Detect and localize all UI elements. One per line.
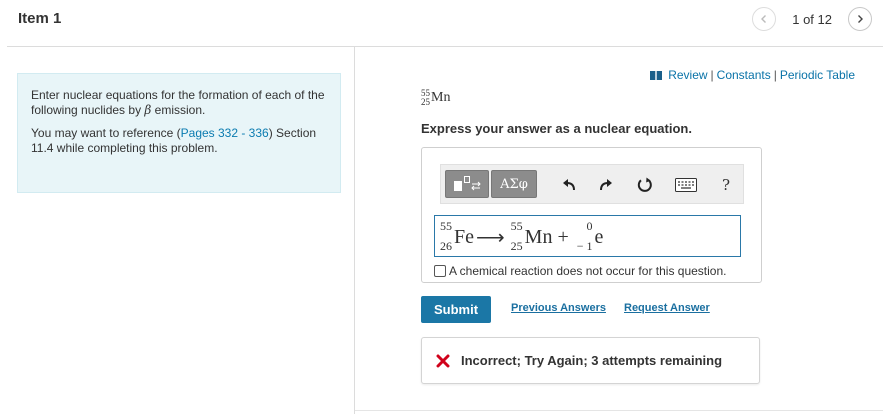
reaction-arrow: ⟶ xyxy=(476,226,505,249)
no-reaction-checkbox[interactable] xyxy=(434,265,446,277)
resources-bar: Review | Constants | Periodic Table xyxy=(650,68,855,82)
redo-button[interactable] xyxy=(596,175,616,195)
product2-mass-number: 0 xyxy=(586,219,593,233)
equation-expression: 55 26 Fe ⟶ 55 25 Mn + 0 − 1 e xyxy=(440,219,603,253)
chevron-right-icon xyxy=(858,15,863,23)
product2-atomic-number: − 1 xyxy=(576,239,593,253)
previous-answers-link[interactable]: Previous Answers xyxy=(511,302,606,314)
no-reaction-option[interactable]: A chemical reaction does not occur for t… xyxy=(434,264,726,278)
pages-link[interactable]: Pages 332 - 336 xyxy=(181,126,269,140)
product2-symbol: e xyxy=(594,226,604,248)
nuclide-symbol: Mn xyxy=(431,90,451,105)
periodic-table-link[interactable]: Periodic Table xyxy=(780,68,855,82)
item-pager: 1 of 12 xyxy=(752,7,872,31)
no-reaction-label: A chemical reaction does not occur for t… xyxy=(449,264,727,278)
reset-button[interactable] xyxy=(635,175,655,195)
intro-instructions: Enter nuclear equations for the formatio… xyxy=(31,88,325,117)
chevron-left-icon xyxy=(761,15,767,23)
templates-icon xyxy=(454,176,481,191)
previous-item-button[interactable] xyxy=(752,7,777,31)
item-title: Item 1 xyxy=(18,10,62,27)
templates-button[interactable] xyxy=(445,170,489,198)
constants-link[interactable]: Constants xyxy=(717,68,771,82)
target-nuclide: 55 25 Mn xyxy=(421,89,450,107)
x-icon xyxy=(436,354,450,368)
undo-icon xyxy=(563,179,575,191)
request-answer-link[interactable]: Request Answer xyxy=(624,302,710,314)
keyboard-button[interactable] xyxy=(675,175,697,195)
reactant-atomic-number: 26 xyxy=(440,239,452,253)
equation-input[interactable]: 55 26 Fe ⟶ 55 25 Mn + 0 − 1 e xyxy=(434,215,741,257)
keyboard-icon xyxy=(675,178,697,192)
submit-button[interactable]: Submit xyxy=(421,296,491,323)
header-divider xyxy=(7,46,883,47)
plus-sign: + xyxy=(557,225,569,248)
resources-separator: | xyxy=(773,68,777,82)
redo-icon xyxy=(600,179,612,191)
product1-atomic-number: 25 xyxy=(510,239,523,253)
column-divider xyxy=(354,47,355,414)
product1-symbol: Mn xyxy=(524,226,553,248)
question-prompt: Express your answer as a nuclear equatio… xyxy=(421,121,692,136)
next-item-button[interactable] xyxy=(848,7,872,31)
product1-mass-number: 55 xyxy=(510,219,523,233)
intro-panel: Enter nuclear equations for the formatio… xyxy=(17,73,341,193)
help-button[interactable]: ? xyxy=(716,175,736,195)
feedback-text: Incorrect; Try Again; 3 attempts remaini… xyxy=(461,353,723,368)
reactant-mass-number: 55 xyxy=(440,219,452,233)
reactant-symbol: Fe xyxy=(454,226,474,248)
undo-button[interactable] xyxy=(559,175,579,195)
bottom-divider xyxy=(355,410,883,411)
reset-icon xyxy=(637,177,652,192)
book-icon xyxy=(650,70,663,80)
answer-box: ΑΣφ ? 55 26 Fe ⟶ 55 25 Mn + 0 − 1 e A ch… xyxy=(421,147,762,283)
resources-separator: | xyxy=(710,68,714,82)
pager-count: 1 of 12 xyxy=(792,11,832,27)
nuclide-atomic-number: 25 xyxy=(421,97,430,107)
review-link[interactable]: Review xyxy=(668,68,707,82)
intro-reference: You may want to reference (Pages 332 - 3… xyxy=(31,126,317,155)
math-toolbar: ΑΣφ ? xyxy=(440,164,744,204)
greek-symbols-button[interactable]: ΑΣφ xyxy=(491,170,537,198)
feedback-message: Incorrect; Try Again; 3 attempts remaini… xyxy=(421,337,760,384)
